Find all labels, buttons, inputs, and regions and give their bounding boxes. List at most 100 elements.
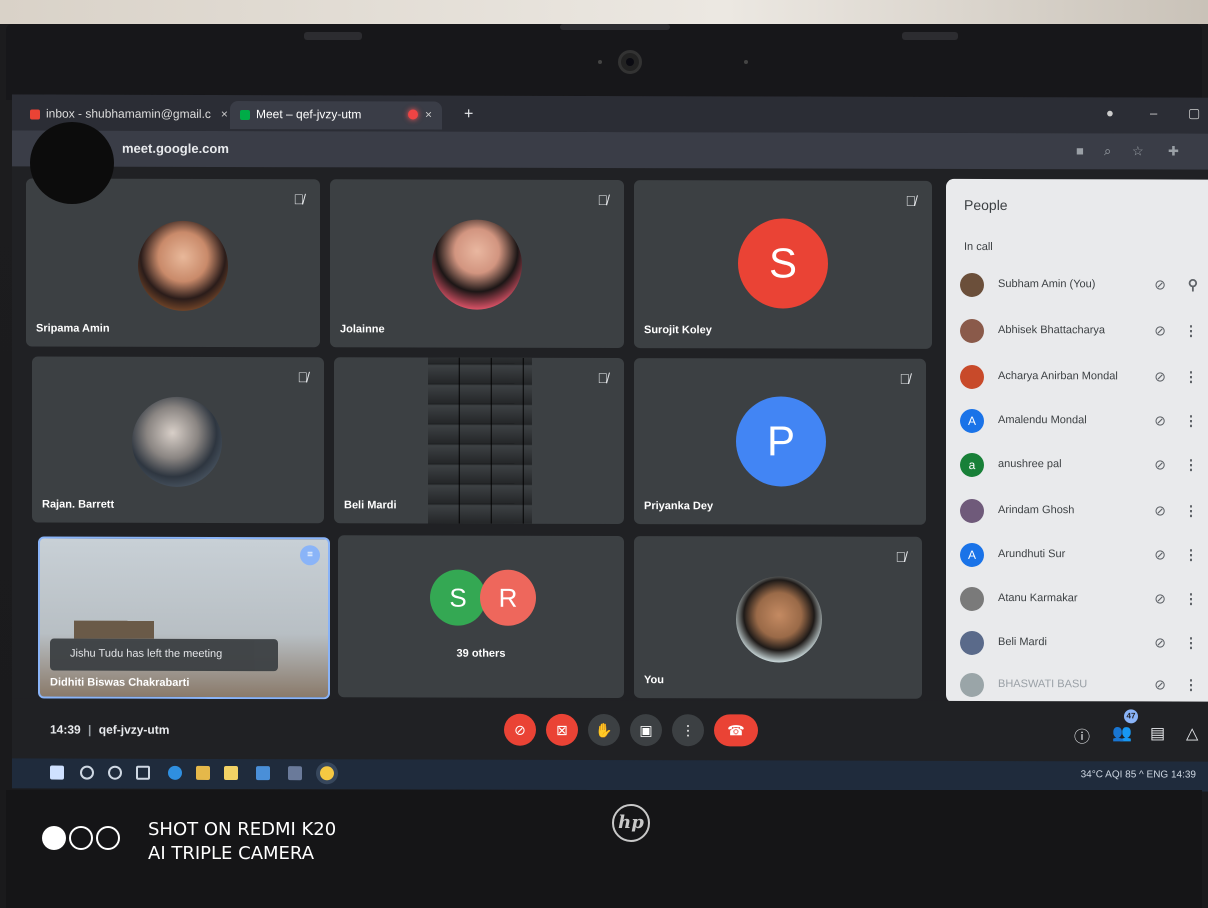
meeting-time: 14:39: [50, 722, 81, 737]
avatar: [132, 396, 222, 487]
participant-list-item[interactable]: Arindam Ghosh ⊘ ⋮: [956, 491, 1206, 532]
participant-list-item[interactable]: Atanu Karmakar ⊘ ⋮: [956, 579, 1206, 620]
restore-icon[interactable]: ▢: [1188, 106, 1200, 122]
chat-icon[interactable]: ▤: [1150, 723, 1165, 743]
present-screen-button[interactable]: ▣: [630, 714, 662, 747]
close-icon[interactable]: ×: [221, 107, 228, 121]
mic-off-icon: ⊘: [1154, 412, 1166, 429]
watermark-line: SHOT ON REDMI K20: [148, 819, 337, 840]
participant-name: You: [644, 674, 664, 687]
app-icon[interactable]: [288, 766, 302, 781]
meet-icon: [240, 109, 250, 120]
participant-tile[interactable]: 🎙̸ Beli Mardi: [334, 357, 624, 525]
address-bar[interactable]: ▪ meet.google.com ■ ⌕ ☆ ✚: [12, 130, 1208, 170]
more-options-icon[interactable]: ⋮: [1184, 503, 1198, 520]
avatar-letter: S: [738, 218, 828, 309]
participant-name: Jolainne: [340, 323, 385, 336]
participant-name: Surojit Koley: [644, 324, 712, 337]
zoom-icon[interactable]: ⌕: [1104, 143, 1111, 159]
people-panel: People In call Subham Amin (You) ⊘ ⚲ Abh…: [946, 178, 1208, 706]
pin-icon[interactable]: ⚲: [1188, 277, 1198, 294]
minimize-icon[interactable]: –: [1150, 105, 1157, 120]
participant-name: Beli Mardi: [998, 636, 1047, 649]
close-icon[interactable]: ×: [425, 108, 432, 122]
meeting-code: qef-jvzy-utm: [98, 722, 170, 737]
participant-list-item[interactable]: Acharya Anirban Mondal ⊘ ⋮: [956, 357, 1206, 398]
participant-tile-others[interactable]: S R 39 others: [338, 535, 624, 699]
participant-name: Subham Amin (You): [998, 278, 1096, 291]
more-options-icon[interactable]: ⋮: [1184, 457, 1198, 474]
panel-title: People: [964, 196, 1008, 214]
laptop-screen: inbox - shubhamamin@gmail.c × Meet – qef-…: [12, 94, 1208, 792]
laptop-top-bezel: [6, 24, 1202, 100]
raise-hand-button[interactable]: ✋: [588, 713, 620, 747]
avatar-letter: A: [960, 408, 984, 433]
participant-tile[interactable]: 🎙̸ Rajan. Barrett: [32, 356, 324, 524]
windows-start-icon[interactable]: [50, 765, 64, 780]
more-options-icon[interactable]: ⋮: [1184, 677, 1198, 694]
more-options-icon[interactable]: ⋮: [1184, 369, 1198, 386]
star-icon[interactable]: ☆: [1132, 143, 1144, 159]
chrome-icon[interactable]: [320, 766, 334, 781]
notification-toast: Jishu Tudu has left the meeting: [50, 638, 278, 672]
people-icon[interactable]: 👥: [1112, 723, 1132, 743]
avatar: [138, 220, 228, 311]
mic-toggle-button[interactable]: ⊘: [504, 713, 536, 746]
participant-tile[interactable]: S 🎙̸ Surojit Koley: [634, 180, 932, 349]
participant-list-item[interactable]: BHASWATI BASU ⊘ ⋮: [956, 665, 1206, 706]
more-options-icon[interactable]: ⋮: [1184, 323, 1198, 340]
avatar: [960, 672, 984, 697]
participant-tile[interactable]: P 🎙̸ Priyanka Dey: [634, 358, 926, 525]
participant-name: Rajan. Barrett: [42, 498, 115, 511]
participant-list-item[interactable]: Subham Amin (You) ⊘ ⚲: [956, 265, 1206, 306]
participant-tile[interactable]: 🎙̸ Jolainne: [330, 179, 624, 349]
bezel-dot: [744, 60, 748, 64]
participant-list-item[interactable]: A Amalendu Mondal ⊘ ⋮: [956, 401, 1206, 442]
watermark-ring: [69, 826, 93, 850]
store-icon[interactable]: [224, 765, 238, 781]
more-options-icon[interactable]: ⋮: [1184, 591, 1198, 608]
participant-list-item[interactable]: Beli Mardi ⊘ ⋮: [956, 623, 1206, 664]
new-tab-button[interactable]: +: [464, 106, 473, 124]
bezel-bump-center: [560, 24, 670, 30]
info-icon[interactable]: ⓘ: [1074, 723, 1090, 747]
section-label: In call: [964, 240, 993, 254]
cortana-icon[interactable]: [108, 765, 122, 780]
mic-off-icon: 🎙̸: [899, 370, 911, 387]
mic-off-icon: ⊘: [1154, 676, 1166, 693]
camera-toggle-button[interactable]: ⊠: [546, 713, 578, 746]
url-text: meet.google.com: [122, 140, 229, 157]
edge-icon[interactable]: [168, 765, 182, 780]
extensions-icon[interactable]: ✚: [1168, 143, 1179, 159]
system-tray: 34°C AQI 85 ^ ENG 14:39: [1080, 769, 1196, 781]
participant-list-item[interactable]: A Arundhuti Sur ⊘ ⋮: [956, 535, 1206, 576]
activities-icon[interactable]: △: [1186, 724, 1198, 744]
webcam-icon: [618, 50, 642, 74]
participant-name: Sripama Amin: [36, 322, 110, 335]
participant-tile-self[interactable]: 🎙̸ You: [634, 536, 922, 699]
more-options-icon[interactable]: ⋮: [1184, 547, 1198, 564]
participant-list-item[interactable]: a anushree pal ⊘ ⋮: [956, 445, 1206, 486]
mic-off-icon: 🎙̸: [597, 369, 609, 386]
speaking-indicator-icon: ≡: [300, 545, 320, 566]
mic-off-icon: ⊘: [1154, 546, 1166, 563]
more-options-button[interactable]: ⋮: [672, 714, 704, 747]
watermark-dot: [42, 826, 66, 850]
task-view-icon[interactable]: [136, 765, 150, 780]
participant-tile[interactable]: ≡ Didhiti Biswas Chakrabarti: [38, 536, 330, 700]
avatar: [960, 586, 984, 611]
camera-icon[interactable]: ■: [1076, 143, 1084, 158]
more-options-icon[interactable]: ⋮: [1184, 413, 1198, 430]
file-explorer-icon[interactable]: [196, 765, 210, 780]
avatar-letter: a: [960, 452, 984, 477]
profile-icon[interactable]: ●: [1106, 105, 1114, 120]
more-options-icon[interactable]: ⋮: [1184, 635, 1198, 652]
tab-gmail[interactable]: inbox - shubhamamin@gmail.c ×: [20, 100, 238, 129]
app-icon[interactable]: [256, 766, 270, 781]
search-icon[interactable]: [80, 765, 94, 780]
leave-call-button[interactable]: ☎: [714, 714, 758, 747]
participant-list-item[interactable]: Abhisek Bhattacharya ⊘ ⋮: [956, 311, 1206, 352]
mic-off-icon: ⊘: [1154, 276, 1166, 293]
redaction-mark: [30, 122, 114, 204]
avatar: [960, 318, 984, 343]
